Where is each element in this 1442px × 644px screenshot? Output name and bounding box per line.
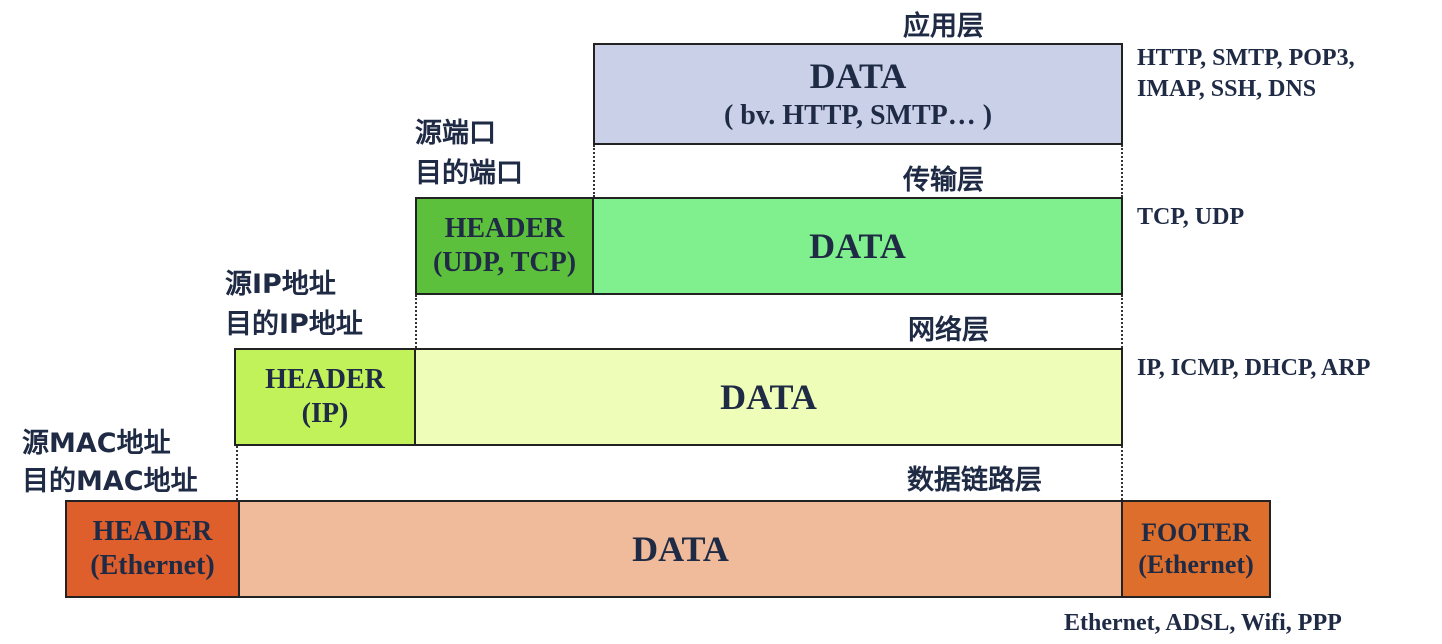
datalink-data-label: DATA: [632, 529, 729, 569]
datalink-side-line2: 目的MAC地址: [22, 466, 198, 497]
connector-network-right: [1121, 446, 1123, 500]
application-protocols-line1: HTTP, SMTP, POP3,: [1137, 45, 1355, 71]
application-data-sublabel: ( bv. HTTP, SMTP… ): [723, 100, 993, 131]
network-protocols: IP, ICMP, DHCP, ARP: [1137, 355, 1371, 381]
transport-side-line1: 源端口: [415, 118, 496, 149]
datalink-footer-sublabel: (Ethernet): [1138, 550, 1254, 579]
network-data-label: DATA: [720, 377, 817, 417]
network-side-line1: 源IP地址: [225, 269, 336, 300]
network-header-label: HEADER: [265, 364, 385, 395]
application-data-label: DATA: [809, 56, 907, 96]
datalink-header-sublabel: (Ethernet): [90, 550, 215, 581]
network-header-sublabel: (IP): [301, 398, 349, 429]
transport-layer-title: 传输层: [903, 165, 984, 196]
connector-app-right: [1121, 145, 1123, 197]
transport-protocols: TCP, UDP: [1137, 204, 1245, 230]
datalink-side-line1: 源MAC地址: [22, 428, 171, 459]
transport-header-label: HEADER: [444, 213, 565, 244]
datalink-header-label: HEADER: [92, 516, 213, 547]
datalink-footer-label: FOOTER: [1141, 518, 1251, 547]
network-header-block: HEADER (IP): [234, 348, 416, 446]
application-protocols-line2: IMAP, SSH, DNS: [1137, 76, 1317, 102]
network-side-line2: 目的IP地址: [225, 309, 363, 340]
connector-app-left: [593, 145, 595, 197]
datalink-layer-title: 数据链路层: [907, 465, 1042, 496]
application-layer-title: 应用层: [903, 11, 984, 42]
transport-header-block: HEADER (UDP, TCP): [415, 197, 594, 295]
diagram-root: { "layers": { "application": { "title": …: [0, 0, 1442, 644]
transport-data-label: DATA: [809, 226, 906, 266]
datalink-data-block: DATA: [238, 500, 1123, 598]
datalink-protocols: Ethernet, ADSL, Wifi, PPP: [1064, 610, 1342, 636]
transport-header-sublabel: (UDP, TCP): [432, 247, 577, 278]
connector-transport-right: [1121, 295, 1123, 348]
connector-transport-left: [415, 295, 417, 348]
transport-data-block: DATA: [592, 197, 1123, 295]
transport-side-line2: 目的端口: [415, 158, 523, 189]
application-data-block: DATA ( bv. HTTP, SMTP… ): [593, 43, 1123, 145]
network-layer-title: 网络层: [908, 315, 989, 346]
network-data-block: DATA: [414, 348, 1123, 446]
connector-network-left: [236, 446, 238, 500]
datalink-footer-block: FOOTER (Ethernet): [1121, 500, 1271, 598]
datalink-header-block: HEADER (Ethernet): [65, 500, 240, 598]
